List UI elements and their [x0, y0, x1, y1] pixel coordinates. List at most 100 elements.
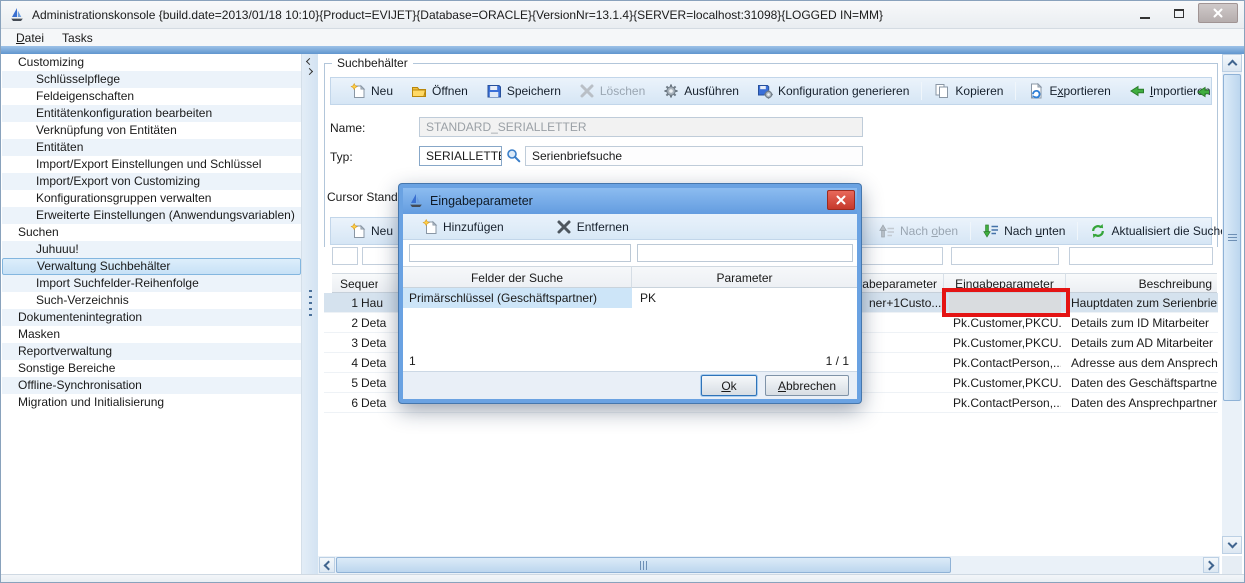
red-highlight-annotation — [942, 288, 1070, 317]
menu-item-datei[interactable]: Datei — [7, 30, 53, 46]
sidebar-item-konfigurationsgruppen[interactable]: Konfigurationsgruppen verwalten — [2, 190, 301, 207]
toolbar-separator — [1015, 82, 1016, 100]
delete-x-icon — [579, 83, 595, 99]
oeffnen-button[interactable]: Öffnen — [402, 79, 477, 103]
dialog-page-indicator: 1 / 1 — [826, 353, 849, 369]
splitter-grip-icon[interactable] — [309, 290, 312, 316]
close-button[interactable] — [1198, 3, 1238, 23]
new-page-icon — [350, 83, 366, 99]
toolbar-overflow-clip — [1196, 84, 1209, 100]
minimize-button[interactable] — [1130, 3, 1160, 23]
sidebar-item-feldeigenschaften[interactable]: Feldeigenschaften — [2, 88, 301, 105]
app-logo-sailboat-icon — [9, 7, 25, 23]
sidebar-item-reportverwaltung[interactable]: Reportverwaltung — [2, 343, 301, 360]
sidebar-item-import-export-customizing[interactable]: Import/Export von Customizing — [2, 173, 301, 190]
menu-item-tasks[interactable]: Tasks — [53, 30, 102, 46]
sidebar-item-entitaetenkonfiguration[interactable]: Entitätenkonfiguration bearbeiten — [2, 105, 301, 122]
suchbehaelter-toolbar: Neu Öffnen Speichern Löschen Ausführen K… — [330, 77, 1212, 105]
nach-oben-button: Nach oben — [870, 219, 967, 243]
vertical-scrollbar[interactable] — [1222, 54, 1242, 554]
menu-bar: Datei Tasks — [1, 29, 1245, 46]
save-gear-icon — [757, 83, 773, 99]
chevron-right-icon — [1205, 560, 1215, 570]
sidebar-item-erweiterte-einstellungen[interactable]: Erweiterte Einstellungen (Anwendungsvari… — [2, 207, 301, 224]
sidebar-item-entitaeten[interactable]: Entitäten — [2, 139, 301, 156]
ok-button[interactable]: Ok — [701, 375, 757, 396]
konfiguration-generieren-button[interactable]: Konfiguration generieren — [748, 79, 918, 103]
hinzufuegen-button[interactable]: Hinzufügen — [413, 215, 513, 239]
gear-icon — [663, 83, 679, 99]
ausfuehren-button[interactable]: Ausführen — [654, 79, 748, 103]
app-logo-sailboat-icon — [408, 193, 424, 209]
filter-input-eingabeparameter[interactable] — [951, 247, 1059, 265]
administration-console-window: Administrationskonsole {build.date=2013/… — [0, 0, 1245, 583]
scroll-up-button[interactable] — [1222, 54, 1242, 72]
lookup-magnifier-icon[interactable] — [506, 148, 521, 163]
dialog-column-header-parameter[interactable]: Parameter — [632, 266, 857, 288]
filter-input-beschreibung[interactable] — [1069, 247, 1213, 265]
entfernen-button[interactable]: Entfernen — [547, 215, 638, 239]
horizontal-scrollbar[interactable] — [318, 556, 1220, 574]
dialog-row-parameter-cell[interactable]: PK — [632, 288, 857, 308]
sidebar-item-verwaltung-suchbehaelter[interactable]: Verwaltung Suchbehälter — [2, 258, 301, 275]
move-up-icon — [879, 223, 895, 239]
horizontal-scrollbar-thumb[interactable] — [336, 557, 951, 573]
copy-icon — [934, 83, 950, 99]
scroll-right-button[interactable] — [1203, 557, 1219, 573]
collapse-left-icon[interactable] — [306, 58, 313, 65]
speichern-button[interactable]: Speichern — [477, 79, 570, 103]
sidebar-item-schluesselpflege[interactable]: Schlüsselpflege — [2, 71, 301, 88]
scroll-down-button[interactable] — [1222, 536, 1242, 554]
sidebar-item-import-export-einstellungen[interactable]: Import/Export Einstellungen und Schlüsse… — [2, 156, 301, 173]
dialog-filter-input-felder[interactable] — [409, 244, 631, 262]
typ-code-field[interactable]: SERIALLETTER — [419, 146, 502, 166]
exportieren-button[interactable]: Exportieren — [1019, 79, 1119, 103]
sidebar-item-masken[interactable]: Masken — [2, 326, 301, 343]
dialog-close-button[interactable] — [827, 190, 855, 210]
sidebar-item-customizing[interactable]: Customizing — [2, 54, 301, 71]
sidebar-item-such-verzeichnis[interactable]: Such-Verzeichnis — [2, 292, 301, 309]
name-field: STANDARD_SERIALLETTER — [419, 117, 863, 137]
sidebar-item-sonstige-bereiche[interactable]: Sonstige Bereiche — [2, 360, 301, 377]
sidebar-item-import-suchfelder[interactable]: Import Suchfelder-Reihenfolge — [2, 275, 301, 292]
sidebar-item-juhuuu[interactable]: Juhuuu! — [2, 241, 301, 258]
dialog-body: Felder der Suche Parameter Primärschlüss… — [403, 240, 857, 371]
kopieren-button[interactable]: Kopieren — [925, 79, 1012, 103]
dialog-filter-input-parameter[interactable] — [637, 244, 853, 262]
sidebar-item-migration-initialisierung[interactable]: Migration und Initialisierung — [2, 394, 301, 411]
sidebar-item-suchen[interactable]: Suchen — [2, 224, 301, 241]
abbrechen-button[interactable]: Abbrechen — [765, 375, 849, 396]
sidebar-item-offline-synchronisation[interactable]: Offline-Synchronisation — [2, 377, 301, 394]
scroll-left-button[interactable] — [319, 557, 335, 573]
filter-input-sequenz[interactable] — [332, 247, 358, 265]
dialog-row-field-cell[interactable]: Primärschlüssel (Geschäftspartner) — [403, 288, 632, 308]
cursor-label: Cursor Standa — [327, 190, 404, 204]
import-icon — [1196, 84, 1209, 100]
new-page-icon — [422, 219, 438, 235]
sidebar-item-dokumentenintegration[interactable]: Dokumentenintegration — [2, 309, 301, 326]
close-icon — [1213, 8, 1223, 18]
column-header-beschreibung[interactable]: Beschreibung — [1065, 273, 1217, 293]
typ-label: Typ: — [330, 150, 353, 164]
expand-right-icon[interactable] — [306, 68, 313, 75]
scrollbar-grip-icon — [640, 561, 647, 570]
neu-button[interactable]: Neu — [341, 79, 402, 103]
typ-description-field: Serienbriefsuche — [525, 146, 863, 166]
dialog-titlebar[interactable]: Eingabeparameter — [403, 188, 857, 214]
dialog-record-count: 1 — [409, 353, 416, 369]
sidebar-splitter[interactable] — [302, 54, 318, 576]
window-bottom-frame — [1, 574, 1245, 583]
aktualisiert-die-suchen-button[interactable]: Aktualisiert die Suchen — [1081, 219, 1242, 243]
window-title: Administrationskonsole {build.date=2013/… — [32, 8, 883, 22]
column-header-sequenz[interactable]: Sequenz — [332, 273, 378, 293]
maximize-button[interactable] — [1164, 3, 1194, 23]
sidebar-item-verknuepfung-entitaeten[interactable]: Verknüpfung von Entitäten — [2, 122, 301, 139]
window-titlebar[interactable]: Administrationskonsole {build.date=2013/… — [1, 1, 1245, 29]
vertical-scrollbar-thumb[interactable] — [1223, 74, 1241, 401]
dialog-toolbar: Hinzufügen Entfernen — [403, 214, 857, 240]
dialog-column-header-felder[interactable]: Felder der Suche — [403, 266, 632, 288]
nach-unten-button[interactable]: Nach unten — [974, 219, 1074, 243]
toolbar-separator — [921, 82, 922, 100]
grid-neu-button[interactable]: Neu — [341, 219, 402, 243]
minimize-icon — [1140, 17, 1150, 19]
